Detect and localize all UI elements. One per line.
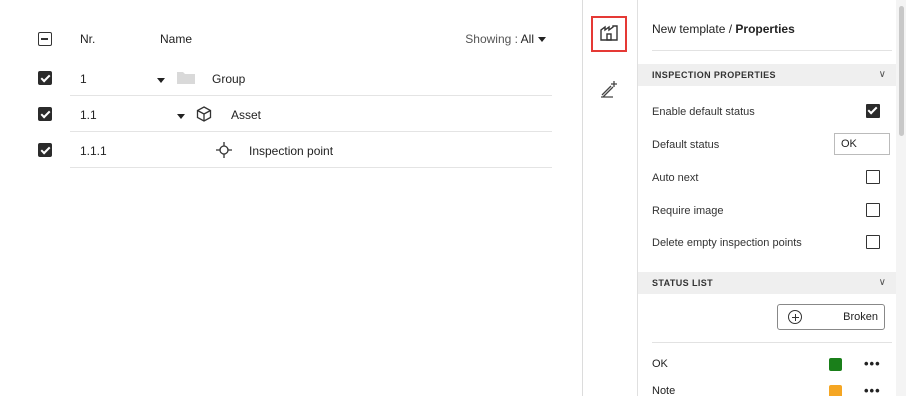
chevron-down-icon: ∨ <box>878 277 886 288</box>
require-image-label: Require image <box>652 205 724 217</box>
chevron-down-icon: ∨ <box>878 69 886 80</box>
status-list-header[interactable]: STATUS LIST ∨ <box>638 272 900 294</box>
status-color-swatch[interactable] <box>829 385 842 396</box>
select-all-checkbox[interactable] <box>38 32 52 46</box>
tree-row[interactable]: 1.1 Asset <box>0 98 560 132</box>
row-nr: 1 <box>80 72 87 86</box>
column-nr: Nr. <box>80 32 96 46</box>
column-name: Name <box>160 32 193 46</box>
collapse-caret-icon[interactable] <box>157 73 165 87</box>
inspection-properties-header[interactable]: INSPECTION PROPERTIES ∨ <box>638 64 900 86</box>
tree-row[interactable]: 1 Group <box>0 62 560 96</box>
add-status-button[interactable]: Broken <box>777 304 885 330</box>
status-item-ok: OK <box>652 358 668 370</box>
showing-value: All <box>520 32 534 46</box>
section-title: INSPECTION PROPERTIES <box>652 70 776 80</box>
row-name: Asset <box>231 108 262 122</box>
breadcrumb-parent[interactable]: New template <box>652 22 725 36</box>
auto-next-checkbox[interactable] <box>866 170 880 184</box>
more-options-icon[interactable]: ••• <box>864 356 881 371</box>
default-status-input[interactable] <box>834 133 890 155</box>
default-status-label: Default status <box>652 139 720 151</box>
collapse-caret-icon[interactable] <box>177 109 185 123</box>
auto-next-label: Auto next <box>652 172 699 184</box>
showing-label: Showing : <box>465 32 518 46</box>
folder-icon <box>176 69 196 88</box>
row-nr: 1.1.1 <box>80 144 107 158</box>
tree-header: Nr. Name Showing : All <box>0 22 560 56</box>
add-status-label: Broken <box>843 311 878 323</box>
template-tree: Nr. Name Showing : All 1 Group 1.1 Asset <box>0 0 560 396</box>
crosshair-icon <box>215 141 233 162</box>
row-name: Group <box>212 72 246 86</box>
showing-filter[interactable]: Showing : All <box>465 32 546 46</box>
row-checkbox[interactable] <box>38 71 52 85</box>
tool-rail <box>582 0 637 396</box>
row-checkbox[interactable] <box>38 143 52 157</box>
caret-down-icon <box>538 37 546 43</box>
more-options-icon[interactable]: ••• <box>864 383 881 396</box>
add-inspection-icon <box>598 79 620 102</box>
row-name: Inspection point <box>249 144 334 158</box>
add-inspection-button[interactable] <box>591 72 627 108</box>
panel-scrollbar[interactable] <box>896 0 906 396</box>
breadcrumb-current: Properties <box>735 22 795 36</box>
plus-circle-icon <box>788 310 802 324</box>
status-color-swatch[interactable] <box>829 358 842 371</box>
enable-default-status-checkbox[interactable] <box>866 104 880 118</box>
breadcrumb-separator: / <box>728 22 733 36</box>
row-checkbox[interactable] <box>38 107 52 121</box>
delete-empty-label: Delete empty inspection points <box>652 237 802 249</box>
status-item-note: Note <box>652 385 676 396</box>
properties-panel: New template / Properties INSPECTION PRO… <box>637 0 906 396</box>
enable-default-status-label: Enable default status <box>652 106 755 118</box>
breadcrumb: New template / Properties <box>652 22 795 36</box>
tree-row[interactable]: 1.1.1 Inspection point <box>0 134 560 168</box>
section-title: STATUS LIST <box>652 278 714 288</box>
template-properties-icon <box>599 24 619 45</box>
cube-icon <box>195 105 213 126</box>
delete-empty-checkbox[interactable] <box>866 235 880 249</box>
require-image-checkbox[interactable] <box>866 203 880 217</box>
scrollbar-thumb[interactable] <box>899 6 904 136</box>
row-nr: 1.1 <box>80 108 97 122</box>
template-properties-button[interactable] <box>591 16 627 52</box>
